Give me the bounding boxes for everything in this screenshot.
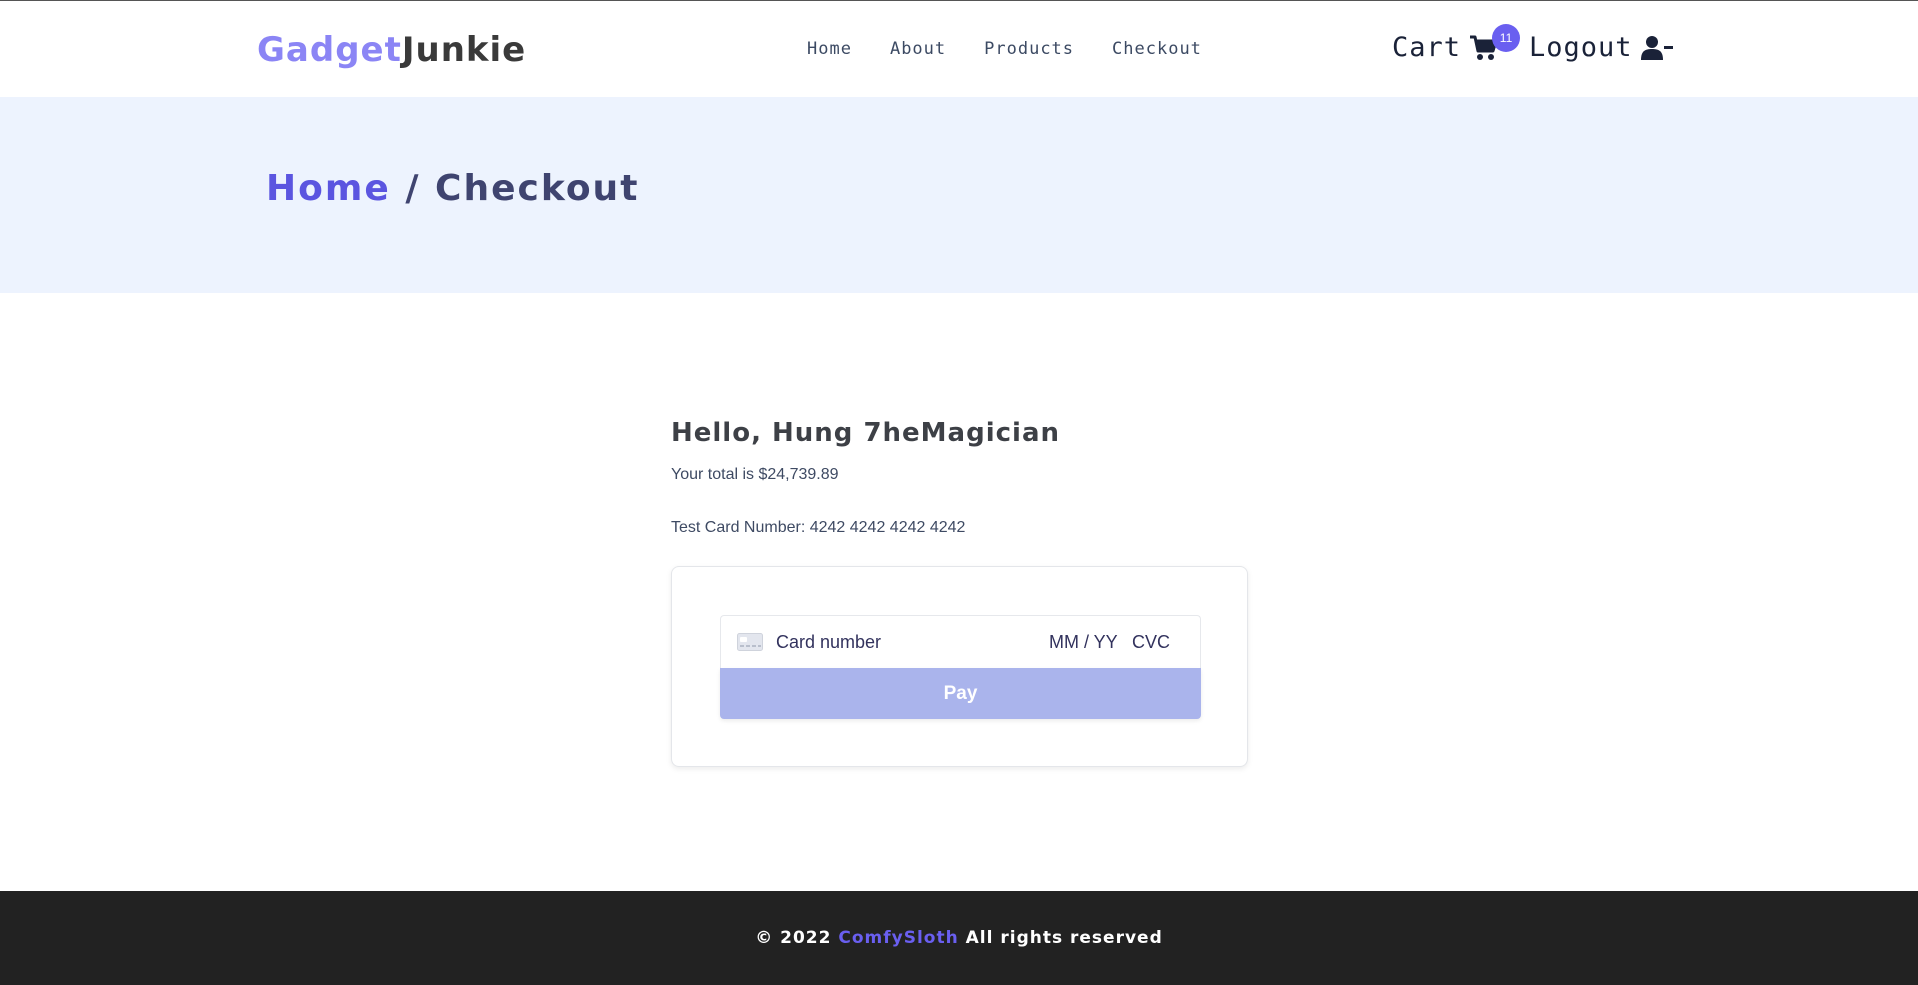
footer-brand-name: ComfySloth [838,928,959,948]
site-logo[interactable]: GadgetJunkie [257,29,526,71]
credit-card-icon [737,633,763,651]
card-number-placeholder: Card number [776,632,882,652]
cart-icon-wrapper: 11 [1469,24,1521,63]
cvc-placeholder[interactable]: CVC [1132,631,1170,653]
footer-text: © 2022 ComfySloth All rights reserved [0,927,1918,949]
payment-form: Card number MM / YY CVC Pay [671,566,1248,767]
logout-button[interactable]: Logout [1529,31,1673,65]
card-input-field[interactable]: Card number MM / YY CVC [720,615,1201,668]
logo-part-junkie: Junkie [401,30,527,70]
footer: © 2022 ComfySloth All rights reserved [0,891,1918,985]
cart-label: Cart [1392,32,1462,63]
breadcrumb-home-link[interactable]: Home [266,168,391,209]
page-hero: Home / Checkout [0,97,1918,293]
breadcrumb: Home / Checkout [266,167,639,211]
breadcrumb-separator: / [405,168,421,209]
nav-link-home[interactable]: Home [807,37,852,61]
greeting-heading: Hello, Hung 7heMagician [671,418,1061,448]
logout-label: Logout [1529,32,1633,63]
pay-button[interactable]: Pay [720,668,1201,719]
nav-link-products[interactable]: Products [984,37,1074,61]
main-nav: Home About Products Checkout [807,37,1202,61]
expiry-date-placeholder[interactable]: MM / YY [1049,631,1118,653]
cart-button[interactable]: Cart 11 [1392,24,1521,65]
navbar: GadgetJunkie Home About Products Checkou… [0,1,1918,97]
test-card-text: Test Card Number: 4242 4242 4242 4242 [671,519,966,536]
breadcrumb-current: Checkout [435,168,640,209]
user-minus-icon [1640,36,1673,60]
footer-rights: All rights reserved [965,928,1163,948]
logo-part-gadget: Gadget [257,30,402,70]
nav-link-checkout[interactable]: Checkout [1112,37,1202,61]
nav-link-about[interactable]: About [890,37,946,61]
footer-copyright: © 2022 [755,928,832,948]
order-total-text: Your total is $24,739.89 [671,466,839,483]
cart-count-badge: 11 [1492,24,1521,52]
